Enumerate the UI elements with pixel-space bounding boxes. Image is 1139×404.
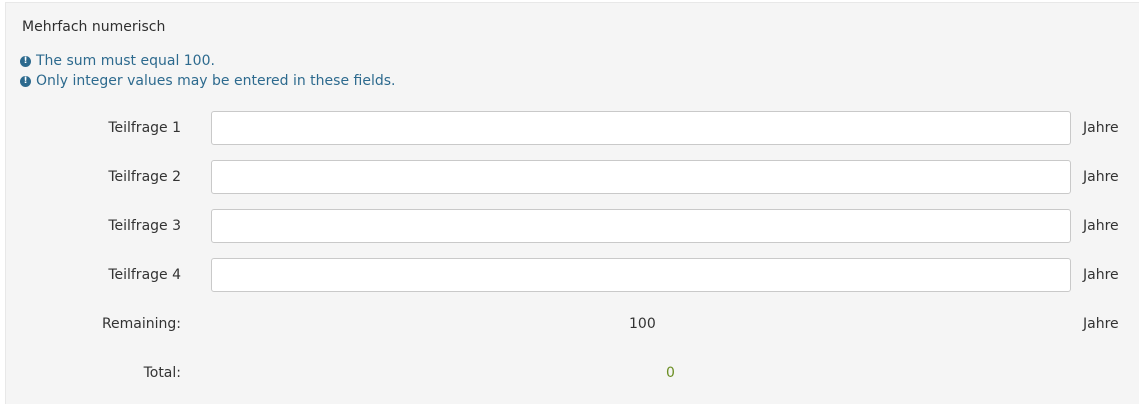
total-label: Total: — [143, 365, 181, 381]
teilfrage-2-input[interactable] — [211, 160, 1071, 194]
tip-integer-text: Only integer values may be entered in th… — [36, 73, 396, 89]
row-suffix-2: Jahre — [1083, 169, 1119, 185]
row-label-teilfrage-3: Teilfrage 3 — [108, 218, 181, 234]
row-label-teilfrage-4: Teilfrage 4 — [108, 267, 181, 283]
row-suffix-3: Jahre — [1083, 218, 1119, 234]
remaining-label: Remaining: — [101, 316, 181, 332]
exclamation-circle-icon: ! — [20, 75, 31, 87]
row-suffix-1: Jahre — [1083, 120, 1119, 136]
row-label-teilfrage-2: Teilfrage 2 — [108, 169, 181, 185]
tip-sum-text: The sum must equal 100. — [36, 53, 215, 69]
exclamation-circle-icon: ! — [20, 55, 31, 67]
row-label-teilfrage-1: Teilfrage 1 — [108, 120, 181, 136]
tip-integer: ! Only integer values may be entered in … — [20, 73, 395, 89]
row-suffix-4: Jahre — [1083, 267, 1119, 283]
total-value: 0 — [666, 365, 675, 381]
remaining-suffix: Jahre — [1083, 316, 1119, 332]
teilfrage-1-input[interactable] — [211, 111, 1071, 145]
remaining-value: 100 — [629, 316, 656, 332]
tip-sum: ! The sum must equal 100. — [20, 53, 215, 69]
teilfrage-4-input[interactable] — [211, 258, 1071, 292]
question-panel: Mehrfach numerisch ! The sum must equal … — [5, 2, 1139, 404]
teilfrage-3-input[interactable] — [211, 209, 1071, 243]
question-title: Mehrfach numerisch — [22, 19, 166, 35]
